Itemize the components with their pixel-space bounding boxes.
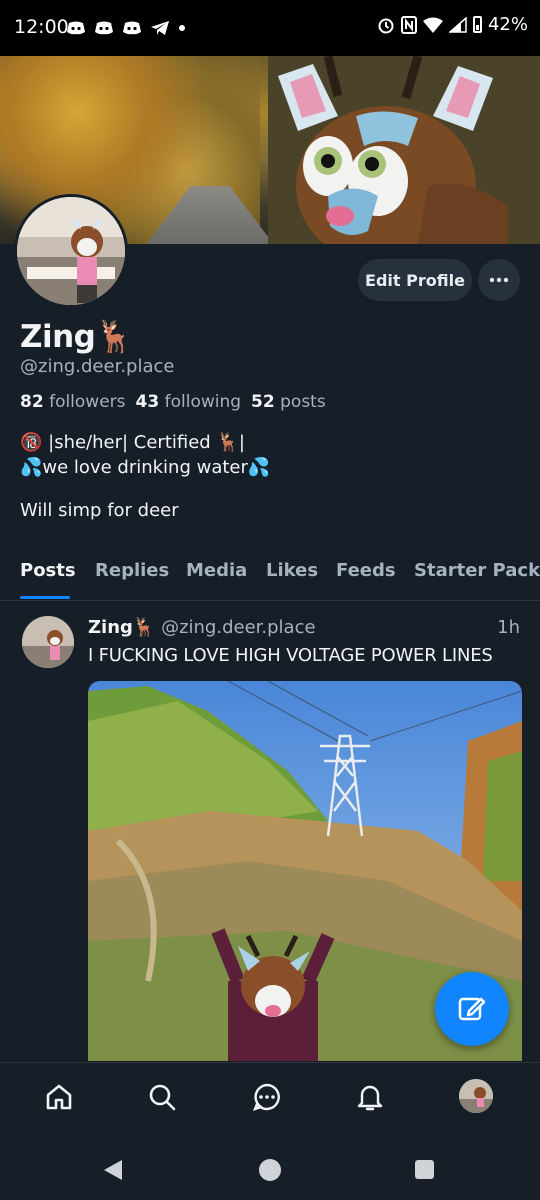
nav-chat[interactable] [249, 1079, 285, 1115]
followers-label: followers [49, 392, 126, 412]
tab-media[interactable]: Media [186, 560, 247, 581]
signal-icon [448, 16, 467, 33]
discord-icon [95, 21, 113, 35]
display-name: Zing🦌 [20, 319, 134, 355]
discord-icon [67, 21, 85, 35]
bio-line-2: 💦we love drinking water💦 [20, 457, 271, 478]
home-circle-icon[interactable] [259, 1159, 281, 1181]
post-author-avatar[interactable] [22, 616, 74, 668]
nav-profile-avatar[interactable] [459, 1079, 493, 1113]
following-stat[interactable]: 43 following [136, 392, 242, 412]
status-bar: 12:00 42% [0, 0, 540, 56]
wifi-icon [422, 17, 443, 33]
bio-line-1: 🔞 |she/her| Certified 🦌| [20, 432, 245, 453]
alarm-icon [378, 18, 394, 33]
home-icon [46, 1084, 72, 1110]
posts-label: posts [280, 392, 326, 412]
tab-feeds[interactable]: Feeds [336, 560, 396, 581]
tab-starter-packs[interactable]: Starter Packs [414, 560, 540, 581]
post-avatar-image [22, 616, 74, 668]
discord-icon [123, 21, 141, 35]
telegram-icon [151, 21, 169, 35]
post-text: I FUCKING LOVE HIGH VOLTAGE POWER LINES [88, 645, 493, 666]
bio-line-3: Will simp for deer [20, 500, 179, 521]
profile-stats: 82 followers 43 following 52 posts [20, 392, 326, 412]
avatar-image [17, 197, 125, 305]
profile-tabs: Posts Replies Media Likes Feeds Starter … [0, 556, 540, 601]
post-author-handle[interactable]: @zing.deer.place [161, 617, 315, 638]
bottom-navigation [0, 1062, 540, 1133]
posts-stat: 52 posts [251, 392, 326, 412]
followers-count: 82 [20, 392, 44, 412]
post-timestamp: 1h [497, 617, 520, 638]
compose-icon [458, 997, 486, 1021]
search-icon [149, 1084, 176, 1111]
post-author-name[interactable]: Zing🦌 [88, 617, 155, 638]
nav-home[interactable] [41, 1079, 77, 1115]
tab-likes[interactable]: Likes [266, 560, 318, 581]
tab-replies[interactable]: Replies [95, 560, 169, 581]
posts-count: 52 [251, 392, 275, 412]
battery-level: 42% [487, 14, 528, 35]
following-count: 43 [135, 392, 160, 412]
edit-profile-button[interactable]: Edit Profile [358, 259, 472, 301]
back-icon[interactable] [104, 1160, 122, 1180]
profile-handle: @zing.deer.place [20, 356, 175, 377]
following-label: following [164, 392, 242, 412]
more-dots-icon [489, 277, 509, 283]
active-tab-indicator [20, 596, 70, 599]
system-icons: 42% [377, 14, 528, 35]
chat-icon [252, 1083, 280, 1111]
recents-icon[interactable] [415, 1160, 434, 1179]
nav-notifications[interactable] [352, 1079, 388, 1115]
compose-button[interactable] [435, 972, 509, 1046]
profile-bio: 🔞 |she/her| Certified 🦌| 💦we love drinki… [20, 430, 270, 480]
bell-icon [357, 1085, 383, 1111]
status-time: 12:00 [14, 16, 69, 38]
post-header: Zing🦌 @zing.deer.place [88, 617, 316, 638]
profile-avatar[interactable] [14, 194, 128, 308]
nav-avatar-image [459, 1079, 493, 1113]
nav-search[interactable] [144, 1079, 180, 1115]
dot-icon [179, 25, 185, 31]
more-options-button[interactable] [478, 259, 520, 301]
banner-fursuit-image [268, 56, 540, 244]
followers-stat[interactable]: 82 followers [20, 392, 126, 412]
notification-icons [66, 20, 186, 36]
nfc-icon [400, 15, 417, 34]
battery-icon [472, 16, 482, 33]
tab-posts[interactable]: Posts [20, 560, 76, 581]
